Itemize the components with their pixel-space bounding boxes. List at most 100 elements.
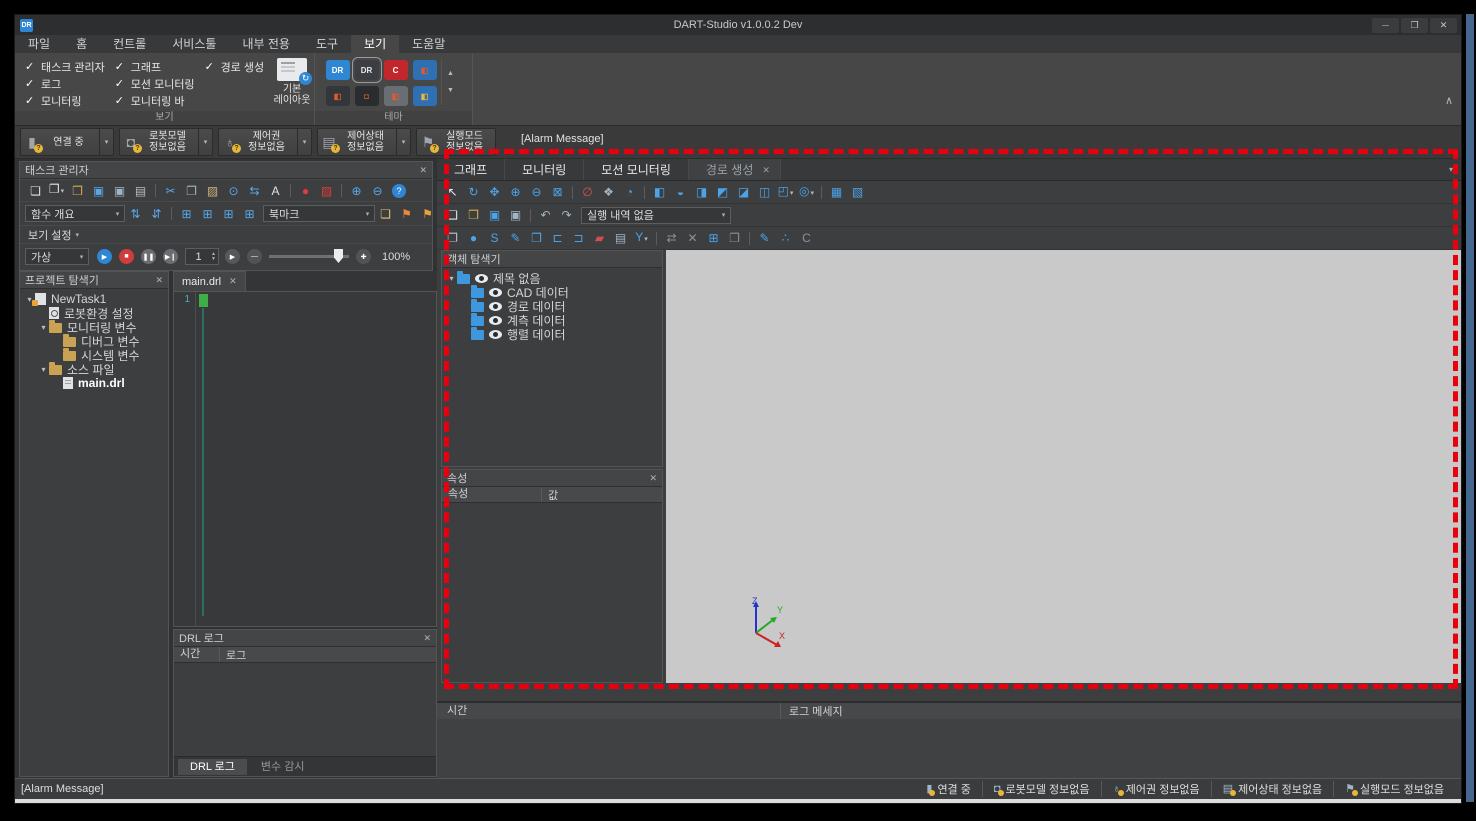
column-log-message[interactable]: 로그 메세지: [781, 703, 843, 719]
checkbox-monitoring[interactable]: 모니터링: [25, 94, 105, 108]
close-icon[interactable]: [423, 633, 431, 644]
column-time[interactable]: 시간: [174, 647, 220, 662]
checkbox-graph[interactable]: 그래프: [115, 60, 195, 74]
zoom-fit-icon[interactable]: ⊠: [547, 183, 568, 201]
gallery-up-icon[interactable]: ▲: [447, 70, 454, 77]
copy-icon[interactable]: ❐: [181, 182, 202, 200]
viewport-3d[interactable]: Z Y X: [666, 250, 1461, 683]
close-icon[interactable]: [419, 165, 427, 176]
column-property[interactable]: 속성: [442, 487, 542, 502]
properties-body[interactable]: [442, 503, 662, 663]
control-state-button[interactable]: ▤ 제어상태정보없음: [317, 128, 411, 156]
theme-cube-gray-red[interactable]: ◧: [383, 86, 408, 106]
tag-icon[interactable]: ✎: [505, 229, 526, 247]
new-file-menu-icon[interactable]: ❐▾: [46, 180, 67, 201]
stop-button[interactable]: ■: [119, 249, 134, 264]
orbit-center-icon[interactable]: ◔: [619, 183, 640, 201]
zoom-in-button[interactable]: ✚: [356, 249, 371, 264]
import-icon[interactable]: ⊞: [703, 229, 724, 247]
bookmark-next-icon[interactable]: ⚑: [396, 205, 417, 223]
save-as-icon[interactable]: ▣: [109, 182, 130, 200]
view-settings-button[interactable]: 보기 설정 ▾: [20, 225, 432, 243]
play-button[interactable]: ▶: [97, 249, 112, 264]
checkbox-monitoring-bar[interactable]: 모니터링 바: [115, 94, 195, 108]
menu-help[interactable]: 도움말: [399, 35, 458, 53]
new-bookmark-page-icon[interactable]: ❏: [375, 205, 396, 223]
close-icon[interactable]: [649, 473, 657, 484]
menu-tools[interactable]: 도구: [303, 35, 351, 53]
theme-blue-dr[interactable]: DR: [325, 60, 350, 80]
record-icon[interactable]: ●: [295, 182, 316, 200]
status-connection[interactable]: ▮ 연결 중: [915, 781, 981, 797]
status-robot-model[interactable]: ◘ 로봇모델 정보없음: [981, 781, 1101, 797]
tab-variable-watch[interactable]: 변수 감시: [249, 759, 317, 775]
step-run-button[interactable]: ▶: [225, 249, 240, 264]
tab-motion-monitoring[interactable]: 모션 모니터링: [584, 159, 689, 180]
open-folder-icon[interactable]: ❒: [67, 182, 88, 200]
theme-cube-blue-yellow[interactable]: ◧: [412, 86, 437, 106]
zoom-in-icon[interactable]: ⊕: [505, 183, 526, 201]
tab-monitoring[interactable]: 모니터링: [505, 159, 585, 180]
tree-item[interactable]: ▾ 소스 파일: [20, 361, 168, 377]
view-bottom-icon[interactable]: ◰▾: [775, 182, 796, 203]
sort-za-icon[interactable]: ⇵: [146, 205, 167, 223]
tree-item[interactable]: main.drl: [20, 376, 168, 390]
bookmark-prev-icon[interactable]: ⚑: [417, 205, 438, 223]
expander-icon[interactable]: ▾: [38, 323, 49, 332]
search-icon[interactable]: ⊙: [223, 182, 244, 200]
zoom-out-icon[interactable]: ⊖: [526, 183, 547, 201]
view-back-icon[interactable]: ◫: [754, 183, 775, 201]
minimize-button[interactable]: [1372, 17, 1399, 33]
zoom-out-button[interactable]: —: [247, 249, 262, 264]
ribbon-collapse-icon[interactable]: ∧: [1445, 94, 1453, 107]
redo-icon[interactable]: ↷: [556, 206, 577, 224]
add-function-icon[interactable]: ⊞: [176, 205, 197, 223]
editor-tab-maindrl[interactable]: main.drl ✕: [173, 271, 246, 291]
camera-view-icon[interactable]: ◎▾: [796, 182, 817, 203]
bookmark-combo[interactable]: 북마크: [263, 205, 375, 222]
chevron-down-icon[interactable]: [99, 129, 113, 155]
chevron-down-icon[interactable]: [198, 129, 212, 155]
connection-status-button[interactable]: ▮ 연결 중: [20, 128, 114, 156]
breakpoint-paste-icon[interactable]: ▨: [316, 182, 337, 200]
show-frame-icon[interactable]: ❖: [598, 183, 619, 201]
status-control-state[interactable]: ▤ 제어상태 정보없음: [1210, 781, 1333, 797]
gallery-down-icon[interactable]: ▼: [447, 87, 454, 94]
expander-icon[interactable]: ▾: [446, 274, 457, 283]
viewport-quad-icon[interactable]: ▧: [847, 183, 868, 201]
menu-home[interactable]: 홈: [63, 35, 100, 53]
robot-model-button[interactable]: ◘ 로봇모델정보없음: [119, 128, 213, 156]
font-icon[interactable]: A: [265, 182, 286, 200]
offset-out-icon[interactable]: ⊐: [568, 229, 589, 247]
comment-add-icon[interactable]: ⊕: [346, 182, 367, 200]
view-iso-icon[interactable]: ◧: [649, 183, 670, 201]
pause-button[interactable]: ❚❚: [141, 249, 156, 264]
mode-combo[interactable]: 가상: [25, 248, 89, 265]
app-icon[interactable]: DR: [20, 18, 33, 32]
point-icon[interactable]: ●: [463, 229, 484, 247]
stepper-down-icon[interactable]: ▼: [211, 256, 216, 262]
code-editor[interactable]: 1: [173, 291, 437, 627]
layout-icon[interactable]: ❐: [442, 229, 463, 247]
zoom-slider[interactable]: [269, 249, 349, 263]
status-execution-mode[interactable]: ⚑ 실행모드 정보없음: [1333, 781, 1455, 797]
duplicate-icon[interactable]: ❐: [724, 229, 745, 247]
help-icon[interactable]: ?: [392, 183, 406, 198]
view-front-icon[interactable]: ◨: [691, 183, 712, 201]
control-authority-button[interactable]: ♁ 제어권정보없음: [218, 128, 312, 156]
theme-red-circle[interactable]: C: [383, 60, 408, 80]
view-top-icon[interactable]: ◒: [670, 183, 691, 201]
viewport-single-icon[interactable]: ▦: [826, 183, 847, 201]
add-break-icon[interactable]: ⊞: [239, 205, 260, 223]
column-value[interactable]: 값: [542, 487, 558, 503]
undo-icon[interactable]: ↶: [535, 206, 556, 224]
execution-mode-button[interactable]: ⚑ 실행모드정보없음: [416, 128, 496, 156]
pan-view-icon[interactable]: ✥: [484, 183, 505, 201]
view-left-icon[interactable]: ◪: [733, 183, 754, 201]
replace-icon[interactable]: ⇆: [244, 182, 265, 200]
speed-stepper[interactable]: 1 ▲ ▼: [185, 248, 219, 265]
view-right-icon[interactable]: ◩: [712, 183, 733, 201]
scatter-icon[interactable]: ∴: [775, 229, 796, 247]
new-scene-icon[interactable]: ❏: [442, 206, 463, 224]
checkbox-task-manager[interactable]: 태스크 관리자: [25, 60, 105, 74]
